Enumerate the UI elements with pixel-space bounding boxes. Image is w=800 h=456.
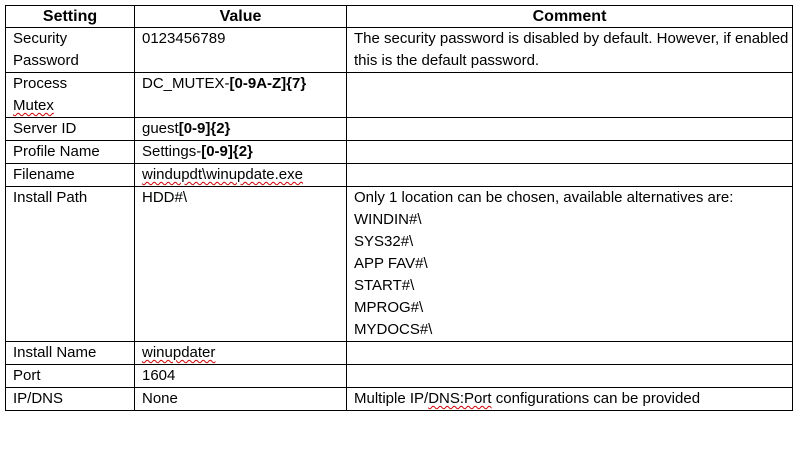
setting-cell: Profile Name — [5, 140, 135, 164]
value-cell: DC_MUTEX-[0-9A-Z]{7} — [134, 72, 347, 118]
comment-prefix: Multiple IP/ — [354, 390, 429, 407]
comment-cell — [346, 117, 793, 141]
setting-cell: Install Path — [5, 186, 135, 342]
setting-label-line2: Password — [13, 52, 79, 69]
setting-cell: Filename — [5, 163, 135, 187]
value-cell: winupdater — [134, 341, 347, 365]
setting-cell: Security Password — [5, 27, 135, 73]
setting-label-line1: Security — [13, 30, 68, 47]
value-prefix: guest — [142, 120, 179, 137]
value-cell: guest[0-9]{2} — [134, 117, 347, 141]
settings-table: Setting Value Comment Security Password … — [5, 5, 793, 411]
value-prefix: DC_MUTEX- — [142, 75, 230, 92]
value-cell: windupdt\winupdate.exe — [134, 163, 347, 187]
table-row-ip-dns: IP/DNS None Multiple IP/DNS:Port configu… — [5, 387, 793, 411]
value-text: winupdater — [142, 344, 216, 361]
value-text: windupdt\winupdate.exe — [142, 166, 303, 183]
setting-cell: Server ID — [5, 117, 135, 141]
header-value: Value — [134, 5, 347, 28]
setting-cell: Install Name — [5, 341, 135, 365]
value-pattern: [0-9]{2} — [178, 120, 231, 137]
comment-intro: Only 1 location can be chosen, available… — [354, 189, 734, 206]
table-row-profile-name: Profile Name Settings-[0-9]{2} — [5, 140, 793, 164]
table-row-install-path: Install Path HDD#\ Only 1 location can b… — [5, 186, 793, 342]
table-row-install-name: Install Name winupdater — [5, 341, 793, 365]
comment-cell: Only 1 location can be chosen, available… — [346, 186, 793, 342]
value-cell: Settings-[0-9]{2} — [134, 140, 347, 164]
comment-cell — [346, 163, 793, 187]
comment-cell — [346, 72, 793, 118]
alternative-item: MPROG#\ — [354, 299, 424, 316]
setting-cell: Port — [5, 364, 135, 388]
comment-cell — [346, 341, 793, 365]
value-prefix: Settings- — [142, 143, 202, 160]
table-row-security-password: Security Password 0123456789 The securit… — [5, 27, 793, 73]
alternative-item: MYDOCS#\ — [354, 321, 433, 338]
comment-cell: Multiple IP/DNS:Port configurations can … — [346, 387, 793, 411]
alternative-item: WINDIN#\ — [354, 211, 422, 228]
value-pattern: [0-9]{2} — [201, 143, 253, 160]
header-setting: Setting — [5, 5, 135, 28]
alternative-item: APP FAV#\ — [354, 255, 428, 272]
value-cell: 0123456789 — [134, 27, 347, 73]
setting-label-line2: Mutex — [13, 97, 54, 114]
alternative-item: START#\ — [354, 277, 415, 294]
comment-cell: The security password is disabled by def… — [346, 27, 793, 73]
table-row-filename: Filename windupdt\winupdate.exe — [5, 163, 793, 187]
alternative-item: SYS32#\ — [354, 233, 414, 250]
header-row: Setting Value Comment — [5, 5, 793, 28]
comment-cell — [346, 364, 793, 388]
table-row-port: Port 1604 — [5, 364, 793, 388]
comment-suffix: configurations can be provided — [491, 390, 701, 407]
table-row-process-mutex: Process Mutex DC_MUTEX-[0-9A-Z]{7} — [5, 72, 793, 118]
setting-label-line1: Process — [13, 75, 68, 92]
header-comment: Comment — [346, 5, 793, 28]
setting-cell: IP/DNS — [5, 387, 135, 411]
value-cell: None — [134, 387, 347, 411]
value-pattern: [0-9A-Z]{7} — [229, 75, 307, 92]
comment-cell — [346, 140, 793, 164]
value-cell: HDD#\ — [134, 186, 347, 342]
comment-dns: DNS:Port — [428, 390, 492, 407]
setting-cell: Process Mutex — [5, 72, 135, 118]
value-cell: 1604 — [134, 364, 347, 388]
table-row-server-id: Server ID guest[0-9]{2} — [5, 117, 793, 141]
